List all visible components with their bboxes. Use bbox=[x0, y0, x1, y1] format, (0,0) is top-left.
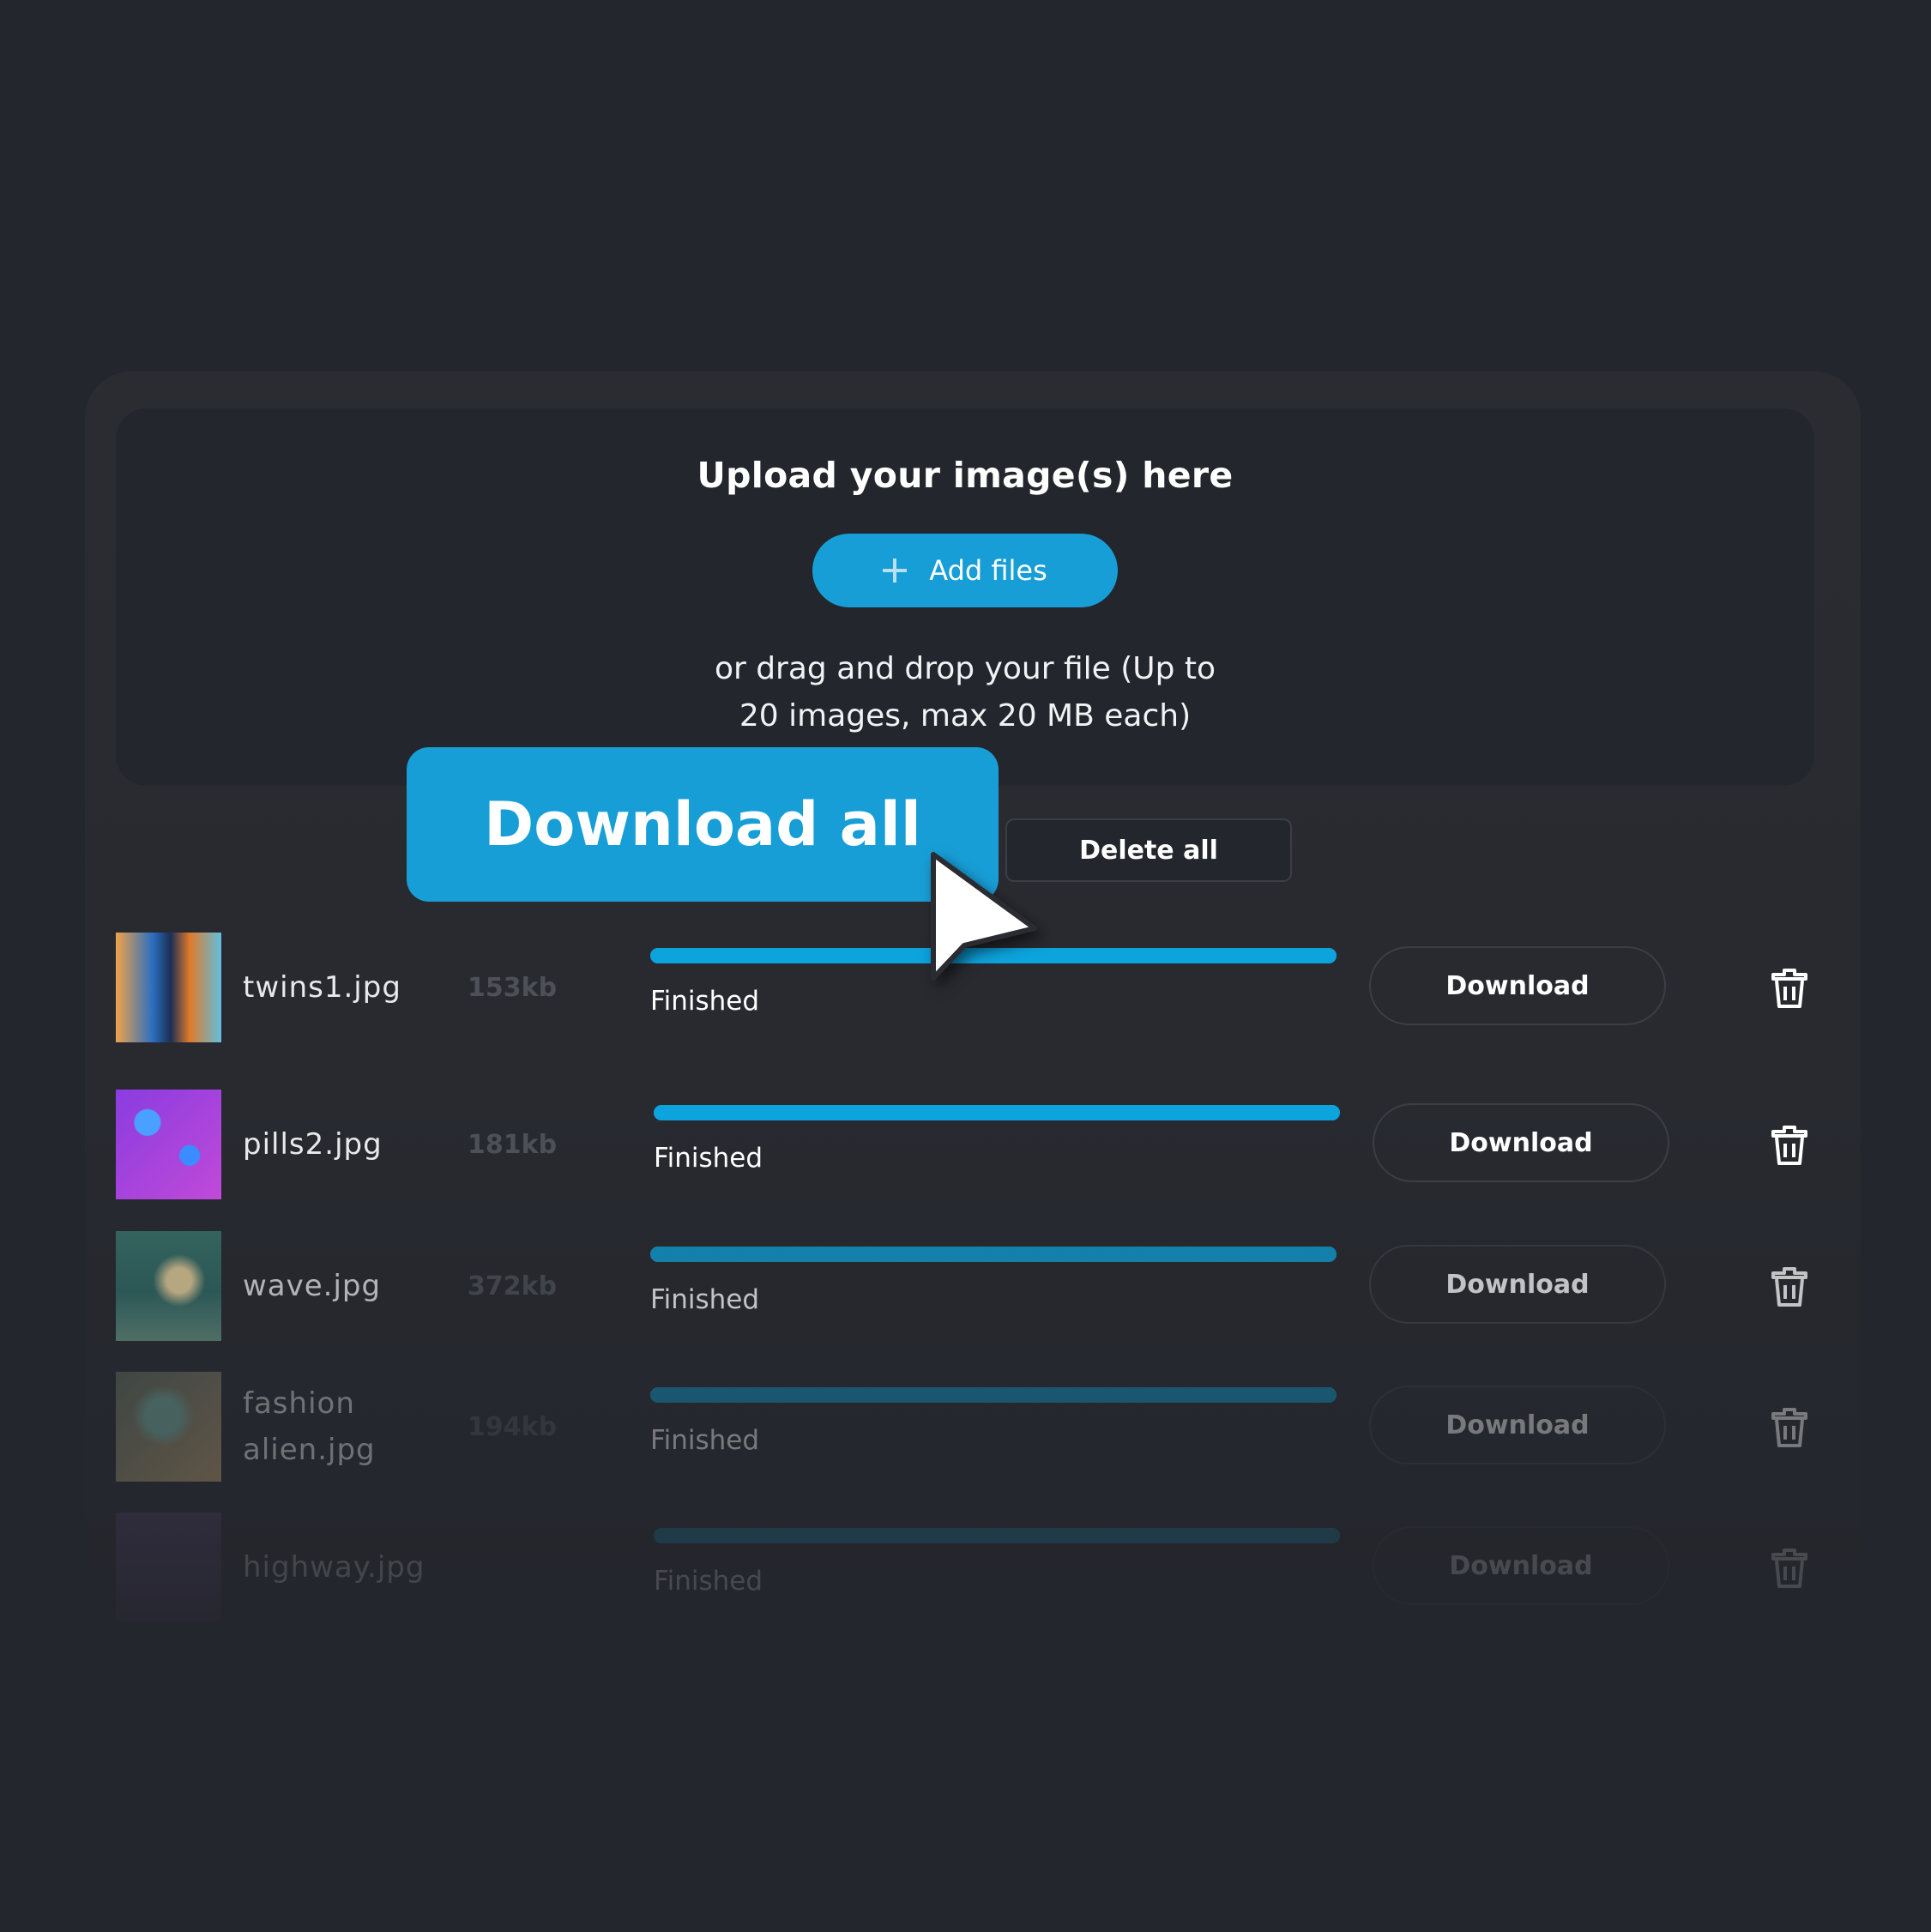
file-size: 181kb bbox=[468, 1129, 558, 1160]
trash-icon[interactable] bbox=[1771, 1406, 1808, 1449]
drop-zone[interactable]: Upload your image(s) here Add files or d… bbox=[116, 408, 1814, 786]
file-name: fashion alien.jpg bbox=[243, 1386, 376, 1467]
file-status: Finished bbox=[650, 1284, 759, 1315]
file-status: Finished bbox=[654, 1143, 763, 1174]
download-button[interactable]: Download bbox=[1373, 1103, 1669, 1182]
file-thumbnail bbox=[116, 1231, 221, 1341]
file-row: fashion alien.jpg 194kb Finished Downloa… bbox=[0, 1372, 1931, 1483]
trash-icon[interactable] bbox=[1771, 1547, 1808, 1590]
delete-all-button[interactable]: Delete all bbox=[1005, 818, 1292, 882]
file-name: wave.jpg bbox=[243, 1269, 382, 1303]
progress-bar bbox=[654, 1105, 1340, 1120]
file-name: highway.jpg bbox=[243, 1550, 425, 1585]
progress-bar bbox=[650, 1387, 1337, 1403]
file-status: Finished bbox=[650, 986, 759, 1017]
file-thumbnail bbox=[116, 1512, 221, 1622]
file-name: pills2.jpg bbox=[243, 1127, 383, 1162]
file-row: wave.jpg 372kb Finished Download bbox=[0, 1231, 1931, 1343]
progress-bar bbox=[654, 1528, 1340, 1543]
progress-fill bbox=[654, 1528, 1340, 1543]
drop-hint: or drag and drop your file (Up to 20 ima… bbox=[714, 651, 1216, 734]
file-thumbnail bbox=[116, 1372, 221, 1482]
download-button[interactable]: Download bbox=[1369, 1245, 1666, 1324]
download-all-button[interactable]: Download all bbox=[407, 747, 999, 902]
progress-fill bbox=[650, 1247, 1337, 1262]
trash-icon[interactable] bbox=[1771, 1124, 1808, 1167]
file-thumbnail bbox=[116, 933, 221, 1042]
download-button[interactable]: Download bbox=[1369, 946, 1666, 1025]
file-status: Finished bbox=[650, 1425, 759, 1456]
file-thumbnail bbox=[116, 1090, 221, 1199]
file-name: twins1.jpg bbox=[243, 970, 401, 1005]
file-row: pills2.jpg 181kb Finished Download bbox=[0, 1090, 1931, 1201]
upload-title: Upload your image(s) here bbox=[697, 455, 1234, 496]
add-files-button[interactable]: Add files bbox=[812, 534, 1118, 607]
plus-icon bbox=[883, 558, 908, 583]
progress-fill bbox=[650, 1387, 1337, 1403]
add-files-label: Add files bbox=[929, 554, 1047, 587]
file-status: Finished bbox=[654, 1566, 763, 1597]
mouse-cursor-icon bbox=[931, 852, 1037, 981]
file-size: 153kb bbox=[468, 972, 558, 1003]
file-size: 194kb bbox=[468, 1411, 558, 1442]
progress-fill bbox=[654, 1105, 1340, 1120]
download-button[interactable]: Download bbox=[1369, 1386, 1666, 1464]
trash-icon[interactable] bbox=[1771, 1265, 1808, 1308]
file-size: 372kb bbox=[468, 1271, 558, 1301]
file-row: highway.jpg Finished Download bbox=[0, 1512, 1931, 1624]
progress-bar bbox=[650, 1247, 1337, 1262]
trash-icon[interactable] bbox=[1771, 967, 1808, 1010]
download-button[interactable]: Download bbox=[1373, 1526, 1669, 1605]
